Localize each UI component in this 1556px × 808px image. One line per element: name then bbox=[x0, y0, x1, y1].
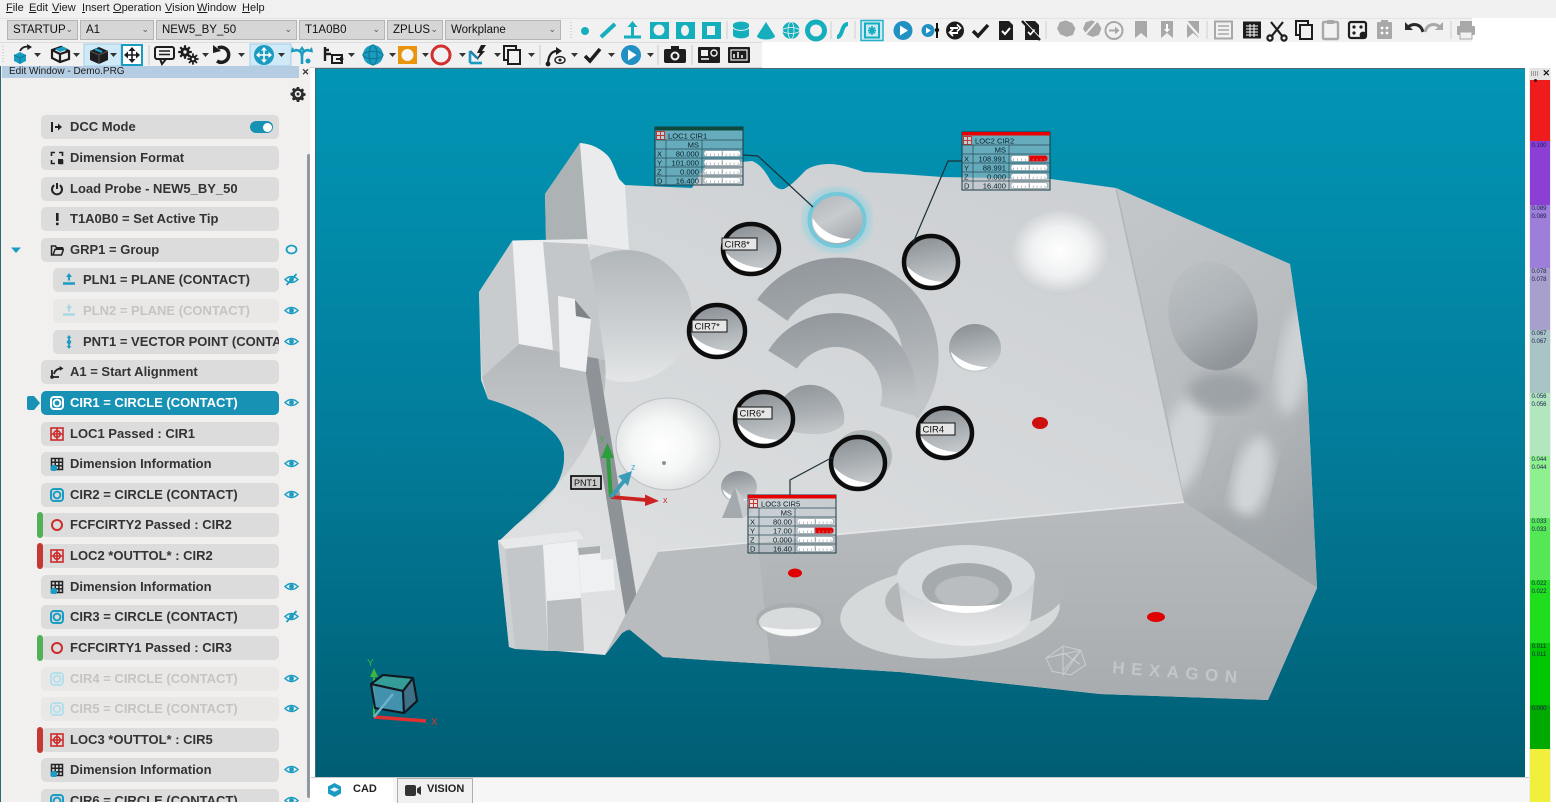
svg-text:CIR8*: CIR8* bbox=[725, 240, 751, 251]
svg-text:X: X bbox=[750, 518, 755, 527]
svg-text:MS: MS bbox=[995, 146, 1006, 155]
svg-text:108.991: 108.991 bbox=[979, 155, 1006, 164]
svg-text:Z: Z bbox=[657, 168, 662, 177]
svg-text:D: D bbox=[657, 177, 663, 186]
svg-text:MS: MS bbox=[781, 509, 792, 518]
svg-text:D: D bbox=[964, 182, 970, 191]
svg-text:X: X bbox=[657, 150, 662, 159]
svg-text:PNT1: PNT1 bbox=[574, 478, 597, 488]
svg-text:Y: Y bbox=[964, 164, 969, 173]
svg-text:LOC2 CIR2: LOC2 CIR2 bbox=[975, 137, 1014, 146]
svg-text:0.000: 0.000 bbox=[773, 536, 792, 545]
svg-text:Y: Y bbox=[367, 658, 374, 669]
svg-text:80.000: 80.000 bbox=[676, 150, 699, 159]
svg-text:z: z bbox=[631, 462, 636, 472]
svg-text:0.000: 0.000 bbox=[680, 168, 699, 177]
svg-text:Z: Z bbox=[964, 173, 969, 182]
svg-text:16.400: 16.400 bbox=[676, 177, 699, 186]
svg-text:0.000: 0.000 bbox=[987, 173, 1006, 182]
svg-text:x: x bbox=[663, 495, 668, 505]
svg-text:Y: Y bbox=[750, 527, 755, 536]
svg-text:y: y bbox=[600, 433, 605, 443]
svg-text:80.00: 80.00 bbox=[773, 518, 792, 527]
svg-text:D: D bbox=[750, 545, 756, 554]
svg-text:CIR6*: CIR6* bbox=[740, 409, 766, 420]
svg-text:X: X bbox=[964, 155, 969, 164]
svg-text:88.991: 88.991 bbox=[983, 164, 1006, 173]
svg-text:17.00: 17.00 bbox=[773, 527, 792, 536]
svg-text:Y: Y bbox=[657, 159, 662, 168]
svg-text:X: X bbox=[431, 717, 438, 728]
svg-text:16.40: 16.40 bbox=[773, 545, 792, 554]
svg-text:Z: Z bbox=[750, 536, 755, 545]
svg-text:LOC1 CIR1: LOC1 CIR1 bbox=[668, 132, 707, 141]
svg-text:CIR4: CIR4 bbox=[923, 425, 945, 436]
svg-text:MS: MS bbox=[688, 141, 699, 150]
svg-text:CIR7*: CIR7* bbox=[695, 322, 721, 333]
svg-text:101.000: 101.000 bbox=[672, 159, 699, 168]
svg-text:16.400: 16.400 bbox=[983, 182, 1006, 191]
svg-text:LOC3 CIR5: LOC3 CIR5 bbox=[761, 500, 800, 509]
